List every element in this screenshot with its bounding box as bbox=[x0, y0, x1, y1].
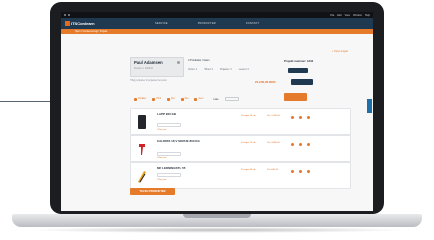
product-name: LAPP 900 KB bbox=[157, 112, 176, 116]
os-menu-item[interactable]: Window bbox=[353, 14, 362, 17]
nav-item-contact[interactable]: KONTAKT bbox=[246, 22, 259, 25]
row-actions bbox=[291, 170, 310, 173]
product-name: MF LEDNINGSTL 55 bbox=[157, 166, 186, 170]
create-project-link[interactable]: + Opret projekt bbox=[332, 50, 348, 53]
side-feedback-tab[interactable] bbox=[367, 99, 372, 113]
copy-icon[interactable] bbox=[299, 143, 302, 146]
os-menu-item[interactable]: Edit bbox=[337, 14, 341, 17]
add-products-hint: Tilføj produkter til projektet herunder bbox=[130, 80, 167, 82]
product-thumbnail-icon bbox=[139, 144, 145, 155]
laptop-notch bbox=[183, 214, 251, 218]
os-menu-item[interactable]: View bbox=[345, 14, 350, 17]
edit-icon[interactable] bbox=[291, 170, 294, 173]
tool-refresh[interactable]: Opdater bbox=[134, 97, 147, 101]
delete-icon[interactable] bbox=[307, 116, 310, 119]
tool-delete[interactable]: Slet bbox=[180, 97, 189, 101]
stat-offers: Tilbud: 2 bbox=[204, 69, 213, 71]
os-menu: File Edit View Window Help bbox=[330, 14, 370, 17]
delete-icon[interactable] bbox=[307, 170, 310, 173]
tool-print[interactable]: Print bbox=[152, 97, 162, 101]
nav-item-products[interactable]: PRODUKTER bbox=[198, 22, 216, 25]
add-note-link[interactable]: Tilføj note bbox=[157, 157, 167, 159]
print-icon bbox=[152, 97, 156, 101]
tool-label: Gem bbox=[198, 98, 204, 100]
top-navigation: ITSConlearn SERVICE PRODUKTER KONTAKT bbox=[61, 18, 373, 29]
row-actions bbox=[291, 143, 310, 146]
row-actions bbox=[291, 116, 310, 119]
add-note-link[interactable]: Tilføj note bbox=[157, 129, 167, 131]
nav-item-service[interactable]: SERVICE bbox=[155, 22, 168, 25]
os-menu-item[interactable]: File bbox=[330, 14, 334, 17]
info-icon[interactable] bbox=[177, 61, 180, 64]
copy-icon[interactable] bbox=[299, 116, 302, 119]
delete-icon[interactable] bbox=[307, 143, 310, 146]
tool-label: Del bbox=[171, 98, 175, 100]
price: Pris 1.200,00 bbox=[267, 115, 280, 117]
summary-stats: Ordrer: 1 Tilbud: 2 Projekter: 3 Leveret… bbox=[188, 69, 249, 71]
product-row[interactable]: LAPP 900 KB Tilføj note På lager 24 stk.… bbox=[130, 108, 351, 135]
view-mode-label: Liste bbox=[213, 97, 219, 101]
price: Pris 640,00 bbox=[267, 169, 279, 171]
tool-label: Print bbox=[156, 98, 162, 100]
tool-label: Opdater bbox=[138, 98, 147, 100]
customer-card[interactable]: Paul Adamsen Kunde nr. 100234 bbox=[130, 57, 184, 77]
breadcrumb[interactable]: Hjem / Kundeoversigt / Projekt bbox=[61, 29, 373, 34]
save-icon bbox=[194, 97, 198, 101]
edit-icon[interactable] bbox=[291, 116, 294, 119]
availability: På lager 12 stk. bbox=[241, 142, 257, 144]
product-row[interactable]: CALDRIX 18 V SKRUE 800 KG Tilføj note På… bbox=[130, 135, 351, 162]
add-note-link[interactable]: Tilføj note bbox=[157, 179, 167, 181]
tool-label: Slet bbox=[184, 98, 189, 100]
quantity-input[interactable] bbox=[157, 173, 181, 177]
logo[interactable]: ITSConlearn bbox=[65, 21, 125, 26]
logo-icon bbox=[65, 21, 70, 26]
refresh-icon bbox=[134, 97, 137, 101]
os-dot-icon bbox=[68, 14, 70, 16]
quantity-input[interactable] bbox=[157, 123, 181, 127]
edit-icon[interactable] bbox=[291, 143, 294, 146]
customer-name: Paul Adamsen bbox=[134, 60, 163, 65]
stat-projects: Projekter: 3 bbox=[219, 69, 232, 71]
share-icon bbox=[167, 97, 171, 101]
total-price: 21.240,00 DKK bbox=[255, 80, 276, 84]
trash-icon bbox=[180, 97, 184, 101]
tool-share[interactable]: Del bbox=[167, 97, 175, 101]
laptop-mockup: File Edit View Window Help ITSConlearn S… bbox=[0, 0, 434, 240]
tool-save[interactable]: Gem bbox=[194, 97, 204, 101]
decorative-line bbox=[0, 101, 52, 102]
os-menu-item[interactable]: Help bbox=[365, 14, 370, 17]
add-products-label: TILFØJ PRODUKTER bbox=[139, 190, 166, 193]
price: Pris 3.850,00 bbox=[267, 142, 280, 144]
view-mode-select[interactable] bbox=[224, 97, 239, 101]
logo-text: ITSConlearn bbox=[71, 21, 95, 26]
product-thumbnail-icon bbox=[138, 171, 146, 183]
product-thumbnail-icon bbox=[138, 115, 146, 129]
quantity-input[interactable] bbox=[157, 152, 181, 156]
total-action-button[interactable] bbox=[291, 79, 313, 85]
item-toolbar: Opdater Print Del Slet Gem Liste bbox=[134, 97, 239, 101]
stats-button[interactable] bbox=[288, 68, 308, 73]
primary-action-button[interactable] bbox=[284, 93, 307, 101]
stat-orders: Ordrer: 1 bbox=[188, 69, 198, 71]
product-row[interactable]: MF LEDNINGSTL 55 Tilføj note På lager 40… bbox=[130, 162, 351, 189]
laptop-shadow bbox=[26, 227, 408, 233]
availability: På lager 40 stk. bbox=[241, 169, 257, 171]
stat-delivered: Leveret: 0 bbox=[238, 69, 249, 71]
availability: På lager 24 stk. bbox=[241, 115, 257, 117]
copy-icon[interactable] bbox=[299, 170, 302, 173]
project-number: Projekt nummer: 1234 bbox=[284, 59, 314, 63]
product-count: 3 Produkter i listen bbox=[188, 59, 210, 62]
customer-subtitle: Kunde nr. 100234 bbox=[134, 67, 153, 70]
os-dot-icon bbox=[64, 14, 66, 16]
product-name: CALDRIX 18 V SKRUE 800 KG bbox=[157, 139, 200, 143]
add-products-button[interactable]: TILFØJ PRODUKTER bbox=[130, 188, 175, 195]
